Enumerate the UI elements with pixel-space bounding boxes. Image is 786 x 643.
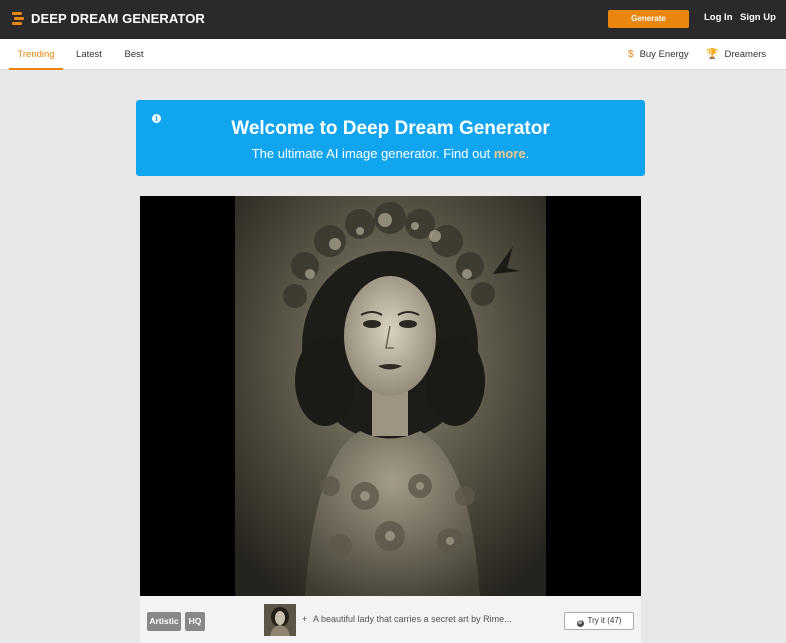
generate-button[interactable]: Generate (608, 10, 689, 28)
dollar-icon: $ (628, 49, 634, 60)
plus-icon[interactable]: + (302, 614, 307, 624)
tag-artistic[interactable]: Artistic (147, 612, 181, 631)
welcome-banner: i Welcome to Deep Dream Generator The ul… (136, 100, 645, 176)
logo-text[interactable]: DEEP DREAM GENERATOR (31, 11, 205, 26)
sub-navigation: Trending Latest Best $ Buy Energy 🏆 Dreame… (0, 39, 786, 70)
banner-suffix: . (525, 146, 530, 161)
author-thumbnail[interactable] (264, 604, 296, 636)
tab-trending[interactable]: Trending (9, 39, 63, 70)
banner-text: The ultimate AI image generator. Find ou… (251, 146, 494, 161)
banner-title: Welcome to Deep Dream Generator (231, 118, 550, 139)
card-footer: Artistic HQ + A beautiful lady that carr… (140, 596, 641, 643)
try-it-button[interactable]: ⊕ Try it (47) (564, 612, 634, 630)
dream-card: Artistic HQ + A beautiful lady that carr… (140, 196, 641, 643)
tab-latest[interactable]: Latest (72, 39, 106, 70)
buy-energy-link[interactable]: $ Buy Energy (628, 39, 689, 70)
login-link[interactable]: Log In (704, 12, 733, 23)
banner-subtitle: The ultimate AI image generator. Find ou… (136, 146, 645, 161)
tab-best[interactable]: Best (120, 39, 148, 70)
dreamers-link[interactable]: 🏆 Dreamers (706, 39, 766, 70)
dreamers-label: Dreamers (724, 49, 767, 60)
try-it-label: Try it (47) (587, 616, 622, 625)
artwork-image[interactable] (235, 196, 546, 596)
trophy-icon: 🏆 (706, 49, 719, 60)
logo-icon[interactable] (12, 12, 24, 26)
dream-description[interactable]: A beautiful lady that carries a secret a… (313, 614, 512, 624)
top-bar: DEEP DREAM GENERATOR Generate Log In Sig… (0, 0, 786, 39)
buy-energy-label: Buy Energy (639, 49, 689, 60)
more-link[interactable]: more (494, 146, 526, 161)
signup-link[interactable]: Sign Up (740, 12, 776, 23)
image-icon: ⊕ (576, 620, 584, 627)
tag-hq[interactable]: HQ (185, 612, 205, 631)
